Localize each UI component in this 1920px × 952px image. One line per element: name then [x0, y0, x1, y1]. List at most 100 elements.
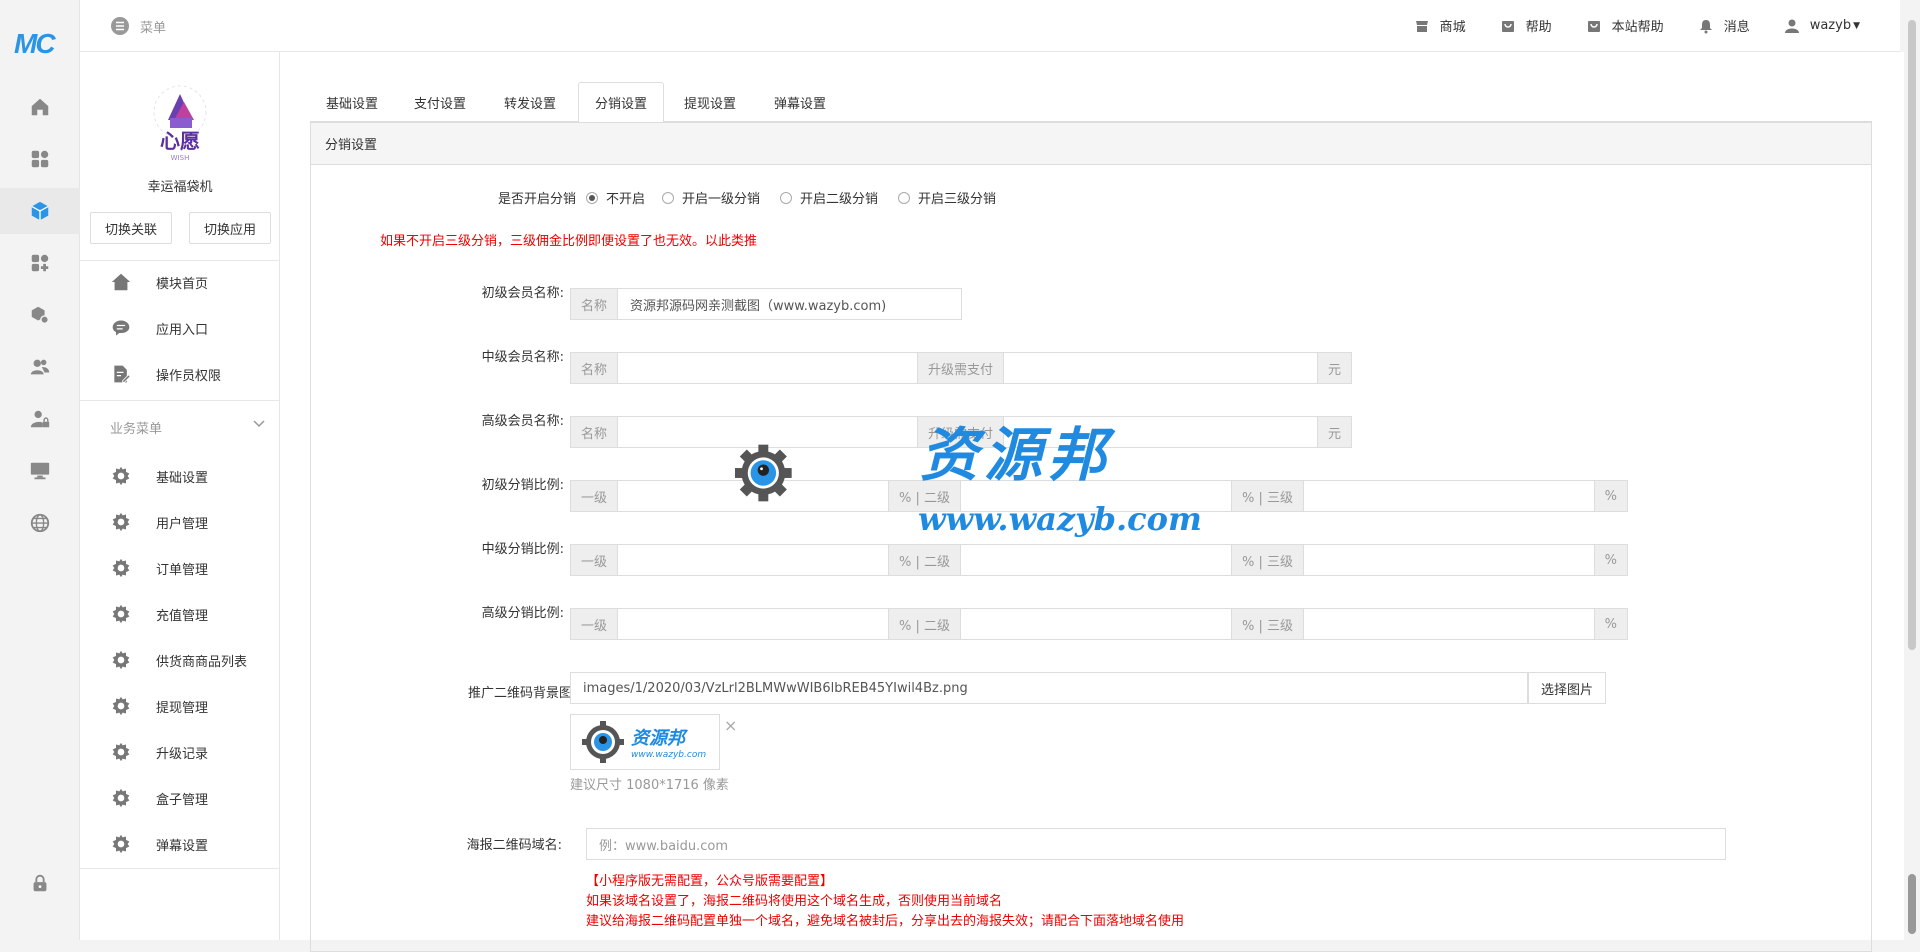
level3-addon: % | 三级	[1231, 609, 1305, 639]
nav-group-item[interactable]: 升级记录	[80, 730, 280, 774]
rail-apps-icon[interactable]	[0, 240, 80, 286]
svg-text:心愿: 心愿	[160, 129, 200, 153]
rail-user-lock-icon[interactable]	[0, 396, 80, 442]
level3-ratio-field[interactable]	[1304, 545, 1594, 575]
nav-group-item[interactable]: 盒子管理	[80, 776, 280, 820]
business-menu-title[interactable]: 业务菜单	[110, 418, 162, 437]
nav-app-entry[interactable]: 应用入口	[80, 306, 280, 350]
level1-ratio-field[interactable]	[618, 481, 888, 511]
brand-logo[interactable]: MC	[14, 28, 66, 59]
radio-level1[interactable]: 开启一级分销	[662, 188, 760, 207]
tab-forward[interactable]: 转发设置	[488, 82, 572, 122]
radio-label: 开启一级分销	[682, 192, 761, 207]
menu-toggle[interactable]: 菜单	[110, 16, 166, 36]
switch-app-button[interactable]: 切换应用	[189, 212, 271, 244]
doc-edit-icon	[110, 363, 132, 385]
nav-group-item[interactable]: 充值管理	[80, 592, 280, 636]
mid-member-price-field[interactable]	[1004, 353, 1317, 383]
tab-barrage[interactable]: 弹幕设置	[758, 82, 842, 122]
nav-group-item[interactable]: 订单管理	[80, 546, 280, 590]
level1-addon: 一级	[571, 481, 619, 511]
yuan-addon: 元	[1316, 353, 1351, 383]
pick-image-button[interactable]: 选择图片	[1528, 672, 1607, 704]
level2-ratio-field[interactable]	[961, 545, 1231, 575]
tab-basic[interactable]: 基础设置	[310, 82, 394, 122]
ratio-input-group[interactable]: 一级 % | 二级 % | 三级%	[570, 608, 1628, 640]
chat-icon	[110, 317, 132, 339]
top-links: 商城 帮助 本站帮助 消息 wazyb ▼	[1414, 16, 1860, 35]
store-link-label: 商城	[1439, 20, 1466, 35]
nav-group-item[interactable]: 提现管理	[80, 684, 280, 728]
nav-label: 提现管理	[156, 700, 209, 716]
nav-group-item[interactable]: 基础设置	[80, 454, 280, 498]
level3-ratio-field[interactable]	[1304, 609, 1594, 639]
chevron-down-icon[interactable]	[252, 416, 266, 434]
poster-domain-input[interactable]: 例：www.baidu.com	[586, 828, 1726, 860]
primary-member-label: 初级会员名称:	[481, 286, 564, 301]
rail-cube-icon[interactable]	[0, 188, 80, 234]
scrollbar-thumb[interactable]	[1908, 20, 1916, 650]
main-content: 基础设置 支付设置 转发设置 分销设置 提现设置 弹幕设置 分销设置 是否开启分…	[280, 52, 1904, 952]
user-name: wazyb	[1809, 18, 1852, 33]
caret-down-icon: ▼	[1853, 20, 1860, 31]
settings-tabs: 基础设置 支付设置 转发设置 分销设置 提现设置 弹幕设置	[310, 82, 1872, 123]
site-help-link[interactable]: 本站帮助	[1586, 16, 1664, 35]
nav-group-item[interactable]: 弹幕设置	[80, 822, 280, 866]
tab-distribution[interactable]: 分销设置	[578, 82, 665, 123]
level1-addon: 一级	[571, 609, 619, 639]
store-link[interactable]: 商城	[1414, 16, 1466, 35]
radio-label: 不开启	[606, 192, 646, 207]
nav-operator-permission[interactable]: 操作员权限	[80, 352, 280, 396]
rail-monitor-icon[interactable]	[0, 448, 80, 494]
tab-payment[interactable]: 支付设置	[398, 82, 482, 122]
nav-module-home[interactable]: 模块首页	[80, 260, 280, 304]
level2-ratio-field[interactable]	[961, 609, 1231, 639]
qr-bg-label: 推广二维码背景图	[467, 686, 572, 701]
radio-level2[interactable]: 开启二级分销	[780, 188, 878, 207]
nav-label: 盒子管理	[156, 792, 209, 808]
radio-level3[interactable]: 开启三级分销	[898, 188, 996, 207]
rail-plugin-icon[interactable]	[0, 292, 80, 338]
store-icon	[1415, 20, 1428, 32]
watermark-text: 资源邦	[920, 421, 1113, 489]
gear-icon	[110, 603, 132, 625]
site-help-link-label: 本站帮助	[1611, 20, 1664, 35]
page-scrollbar[interactable]	[1904, 0, 1920, 940]
yuan-addon: 元	[1316, 417, 1351, 447]
nav-label: 充值管理	[156, 608, 209, 624]
percent-addon: %	[1593, 609, 1627, 639]
help-link[interactable]: 帮助	[1500, 16, 1552, 35]
nav-group-item[interactable]: 用户管理	[80, 500, 280, 544]
senior-member-label: 高级会员名称:	[481, 414, 564, 429]
tab-withdraw[interactable]: 提现设置	[668, 82, 752, 122]
level3-addon: % | 三级	[1231, 545, 1305, 575]
gear-icon	[110, 649, 132, 671]
radio-off[interactable]: 不开启	[586, 188, 645, 207]
scrollbar-handle[interactable]	[1908, 874, 1916, 934]
svg-text:WISH: WISH	[171, 154, 190, 162]
qr-bg-path-input[interactable]: images/1/2020/03/VzLrl2BLMWwWIB6lbREB45Y…	[570, 672, 1528, 704]
ratio-input-group[interactable]: 一级 % | 二级 % | 三级%	[570, 544, 1628, 576]
rail-users-icon[interactable]	[0, 344, 80, 390]
close-icon[interactable]: ×	[724, 716, 737, 735]
rail-lock-icon[interactable]	[0, 860, 80, 906]
rail-globe-icon[interactable]	[0, 500, 80, 546]
nav-group-item[interactable]: 供货商商品列表	[80, 638, 280, 682]
primary-member-input[interactable]: 名称 资源邦源码网亲测截图（www.wazyb.com)	[570, 288, 962, 320]
rail-home-icon[interactable]	[0, 84, 80, 130]
mid-member-label: 中级会员名称:	[481, 350, 564, 365]
level3-ratio-field[interactable]	[1304, 481, 1594, 511]
rail-dashboard-icon[interactable]	[0, 136, 80, 182]
mid-member-name-field[interactable]	[618, 353, 919, 383]
level1-ratio-field[interactable]	[618, 609, 888, 639]
senior-member-name-field[interactable]	[618, 417, 919, 447]
qr-bg-thumbnail[interactable]: 资源邦 www.wazyb.com	[570, 714, 720, 770]
ratio-row-label: 初级分销比例:	[481, 478, 564, 493]
gear-eye-icon	[582, 721, 624, 763]
user-menu[interactable]: wazyb ▼	[1784, 18, 1860, 34]
mid-member-input-group[interactable]: 名称 升级需支付 元	[570, 352, 1352, 384]
name-addon: 名称	[571, 289, 619, 319]
level1-ratio-field[interactable]	[618, 545, 888, 575]
messages-link[interactable]: 消息	[1698, 16, 1750, 35]
switch-link-button[interactable]: 切换关联	[90, 212, 172, 244]
